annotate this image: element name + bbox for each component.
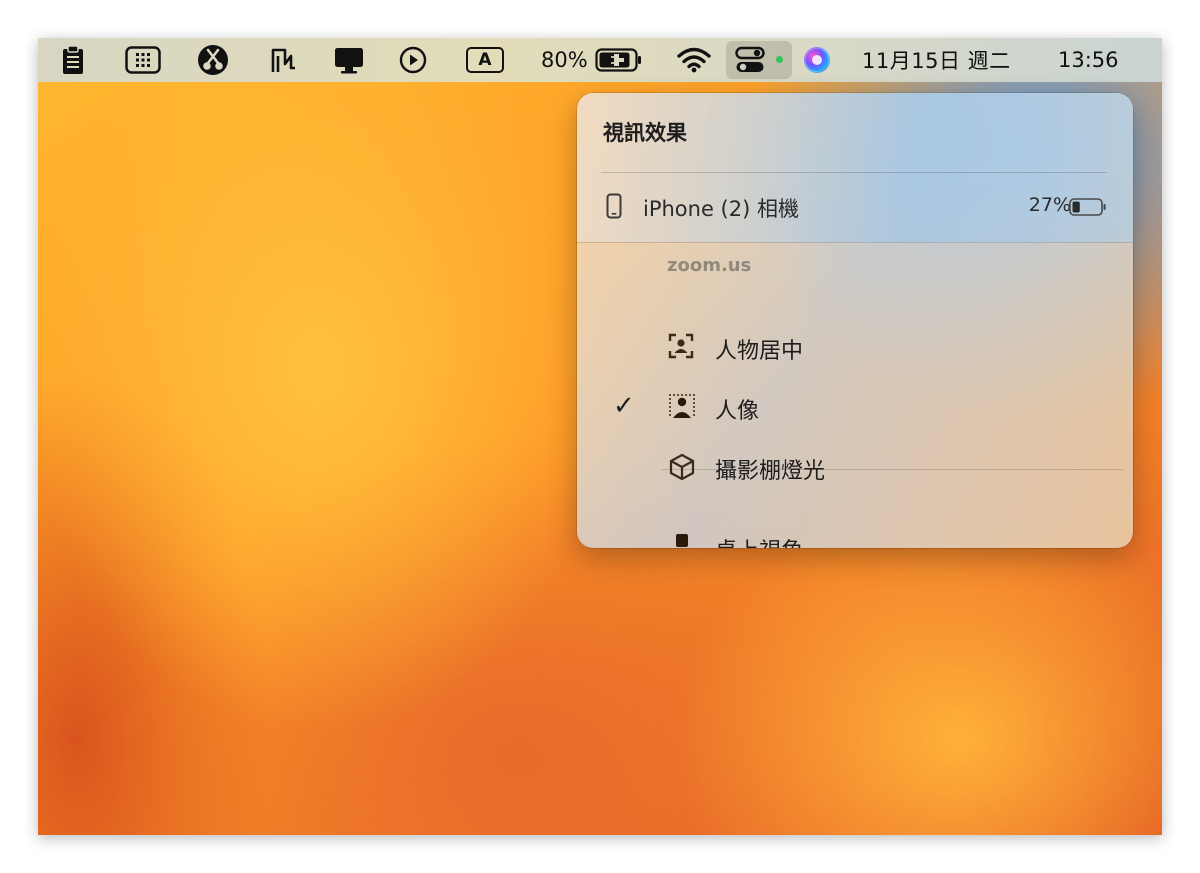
center-stage-label: 人物居中 (715, 339, 804, 364)
play-icon[interactable] (398, 38, 428, 82)
desk-view-label: 桌上視角⋯ (715, 533, 825, 548)
activity-monitor-icon[interactable] (270, 38, 302, 82)
scissors-icon[interactable] (196, 38, 230, 82)
siri-icon[interactable] (804, 47, 830, 73)
battery-charging-icon[interactable] (594, 38, 644, 82)
video-effects-popover: 視訊效果 iPhone (2) 相機 27% zoom.us 人物居中 ✓ 人像… (577, 93, 1133, 548)
camera-device-name: iPhone (2) 相機 (643, 197, 799, 221)
menu-item-studio-light[interactable]: 攝影棚燈光 (577, 439, 1133, 495)
header-divider (601, 172, 1107, 173)
menu-divider (661, 469, 1123, 470)
center-stage-icon (668, 333, 694, 359)
keypad-icon[interactable] (124, 38, 162, 82)
clipboard-icon[interactable] (58, 38, 88, 82)
input-source-icon[interactable]: A (464, 38, 506, 82)
camera-in-use-indicator (776, 56, 783, 63)
desktop-screenshot: A 80% 11月15日 週二 13:56 視訊效果 iPhone (2) 相機… (38, 38, 1162, 835)
input-source-letter: A (478, 50, 492, 70)
app-section-label: zoom.us (667, 255, 752, 276)
wifi-icon[interactable] (676, 38, 712, 82)
portrait-label: 人像 (715, 399, 760, 424)
device-battery-icon (1069, 198, 1106, 216)
desk-view-icon (676, 534, 688, 547)
menu-item-portrait[interactable]: ✓ 人像 (577, 379, 1133, 435)
camera-device-row[interactable]: iPhone (2) 相機 27% (577, 179, 1133, 235)
studio-light-icon (669, 453, 695, 481)
menu-item-center-stage[interactable]: 人物居中 (577, 319, 1133, 375)
display-icon[interactable] (332, 38, 366, 82)
device-battery-percent: 27% (1028, 194, 1071, 216)
menu-item-desk-view[interactable]: 桌上視角⋯ (577, 519, 1133, 548)
battery-percent: 80% (541, 48, 588, 72)
device-divider (577, 242, 1133, 243)
iphone-icon (606, 193, 622, 219)
control-center-icon[interactable] (732, 38, 768, 82)
menu-bar: A 80% 11月15日 週二 13:56 (38, 38, 1162, 82)
checkmark-icon: ✓ (613, 391, 635, 421)
menubar-time[interactable]: 13:56 (1058, 38, 1119, 82)
menubar-date[interactable]: 11月15日 週二 (862, 38, 1011, 82)
portrait-icon (669, 394, 695, 418)
popover-title: 視訊效果 (603, 121, 687, 145)
